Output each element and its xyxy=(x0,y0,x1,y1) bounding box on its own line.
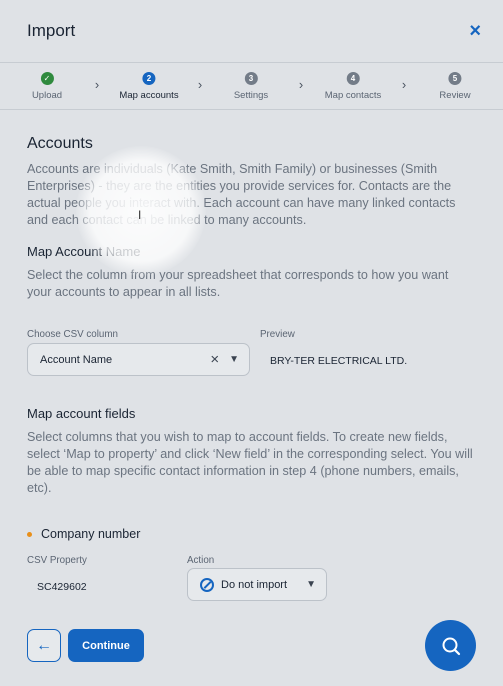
csv-column-select[interactable]: Account Name × ▼ xyxy=(27,343,250,376)
company-number-row: CSV Property Action SC429602 Do not impo… xyxy=(27,555,476,615)
accounts-heading: Accounts xyxy=(27,135,93,152)
chevron-down-icon[interactable]: ▼ xyxy=(306,579,316,590)
chevron-right-icon: › xyxy=(298,77,304,92)
map-account-fields-heading: Map account fields xyxy=(27,406,136,421)
text-cursor-icon: I xyxy=(138,208,142,222)
step-settings: 3 Settings xyxy=(234,72,268,101)
step-upload[interactable]: ✓ Upload xyxy=(32,72,62,101)
action-value: Do not import xyxy=(221,578,288,591)
modal-content: Accounts Accounts are individuals (Kate … xyxy=(0,135,503,615)
chevron-right-icon: › xyxy=(197,77,203,92)
company-number-field: Company number xyxy=(27,527,476,541)
step-number: 5 xyxy=(448,72,462,85)
map-account-name-heading: Map Account Name xyxy=(27,244,141,259)
step-number: 3 xyxy=(244,72,258,85)
csv-property-value: SC429602 xyxy=(37,581,87,593)
step-label: Map contacts xyxy=(324,90,382,101)
step-number: 2 xyxy=(142,72,156,85)
csv-column-label: Choose CSV column xyxy=(27,329,118,340)
action-label: Action xyxy=(187,555,215,566)
import-stepper: ✓ Upload › 2 Map accounts › 3 Settings ›… xyxy=(0,62,503,110)
chevron-right-icon: › xyxy=(401,77,407,92)
check-icon: ✓ xyxy=(40,72,54,85)
step-review: 5 Review xyxy=(439,72,471,101)
company-number-label: Company number xyxy=(41,527,141,541)
chevron-right-icon: › xyxy=(94,77,100,92)
preview-value: BRY-TER ELECTRICAL LTD. xyxy=(270,355,408,367)
search-icon xyxy=(442,637,460,655)
map-account-name-description: Select the column from your spreadsheet … xyxy=(27,268,449,299)
clear-icon[interactable]: × xyxy=(210,351,219,368)
help-search-button[interactable] xyxy=(425,620,476,671)
close-icon[interactable]: × xyxy=(469,21,481,41)
modal-header: Import × xyxy=(0,0,503,62)
csv-property-label: CSV Property xyxy=(27,555,87,566)
preview-label: Preview xyxy=(260,329,295,340)
ban-icon xyxy=(200,577,214,592)
required-dot-icon xyxy=(27,531,32,537)
step-number: 4 xyxy=(346,72,360,85)
action-select[interactable]: Do not import ▼ xyxy=(187,568,327,601)
back-button[interactable]: ← xyxy=(27,629,61,662)
step-label: Settings xyxy=(233,90,269,101)
step-label: Upload xyxy=(31,90,63,101)
step-label: Review xyxy=(439,90,471,101)
chevron-down-icon[interactable]: ▼ xyxy=(229,354,239,365)
step-map-accounts[interactable]: 2 Map accounts xyxy=(119,72,179,101)
step-label: Map accounts xyxy=(119,90,179,101)
map-account-fields-description: Select columns that you wish to map to a… xyxy=(27,430,473,495)
import-modal: Import × ✓ Upload › 2 Map accounts › 3 S… xyxy=(0,0,503,686)
csv-column-value: Account Name xyxy=(40,353,113,366)
step-map-contacts: 4 Map contacts xyxy=(324,72,382,101)
arrow-left-icon: ← xyxy=(36,636,52,654)
accounts-description: Accounts are individuals (Kate Smith, Sm… xyxy=(27,162,456,227)
modal-title: Import xyxy=(27,21,76,40)
csv-column-row: Choose CSV column Preview Account Name ×… xyxy=(27,329,476,401)
continue-button[interactable]: Continue xyxy=(68,629,144,662)
